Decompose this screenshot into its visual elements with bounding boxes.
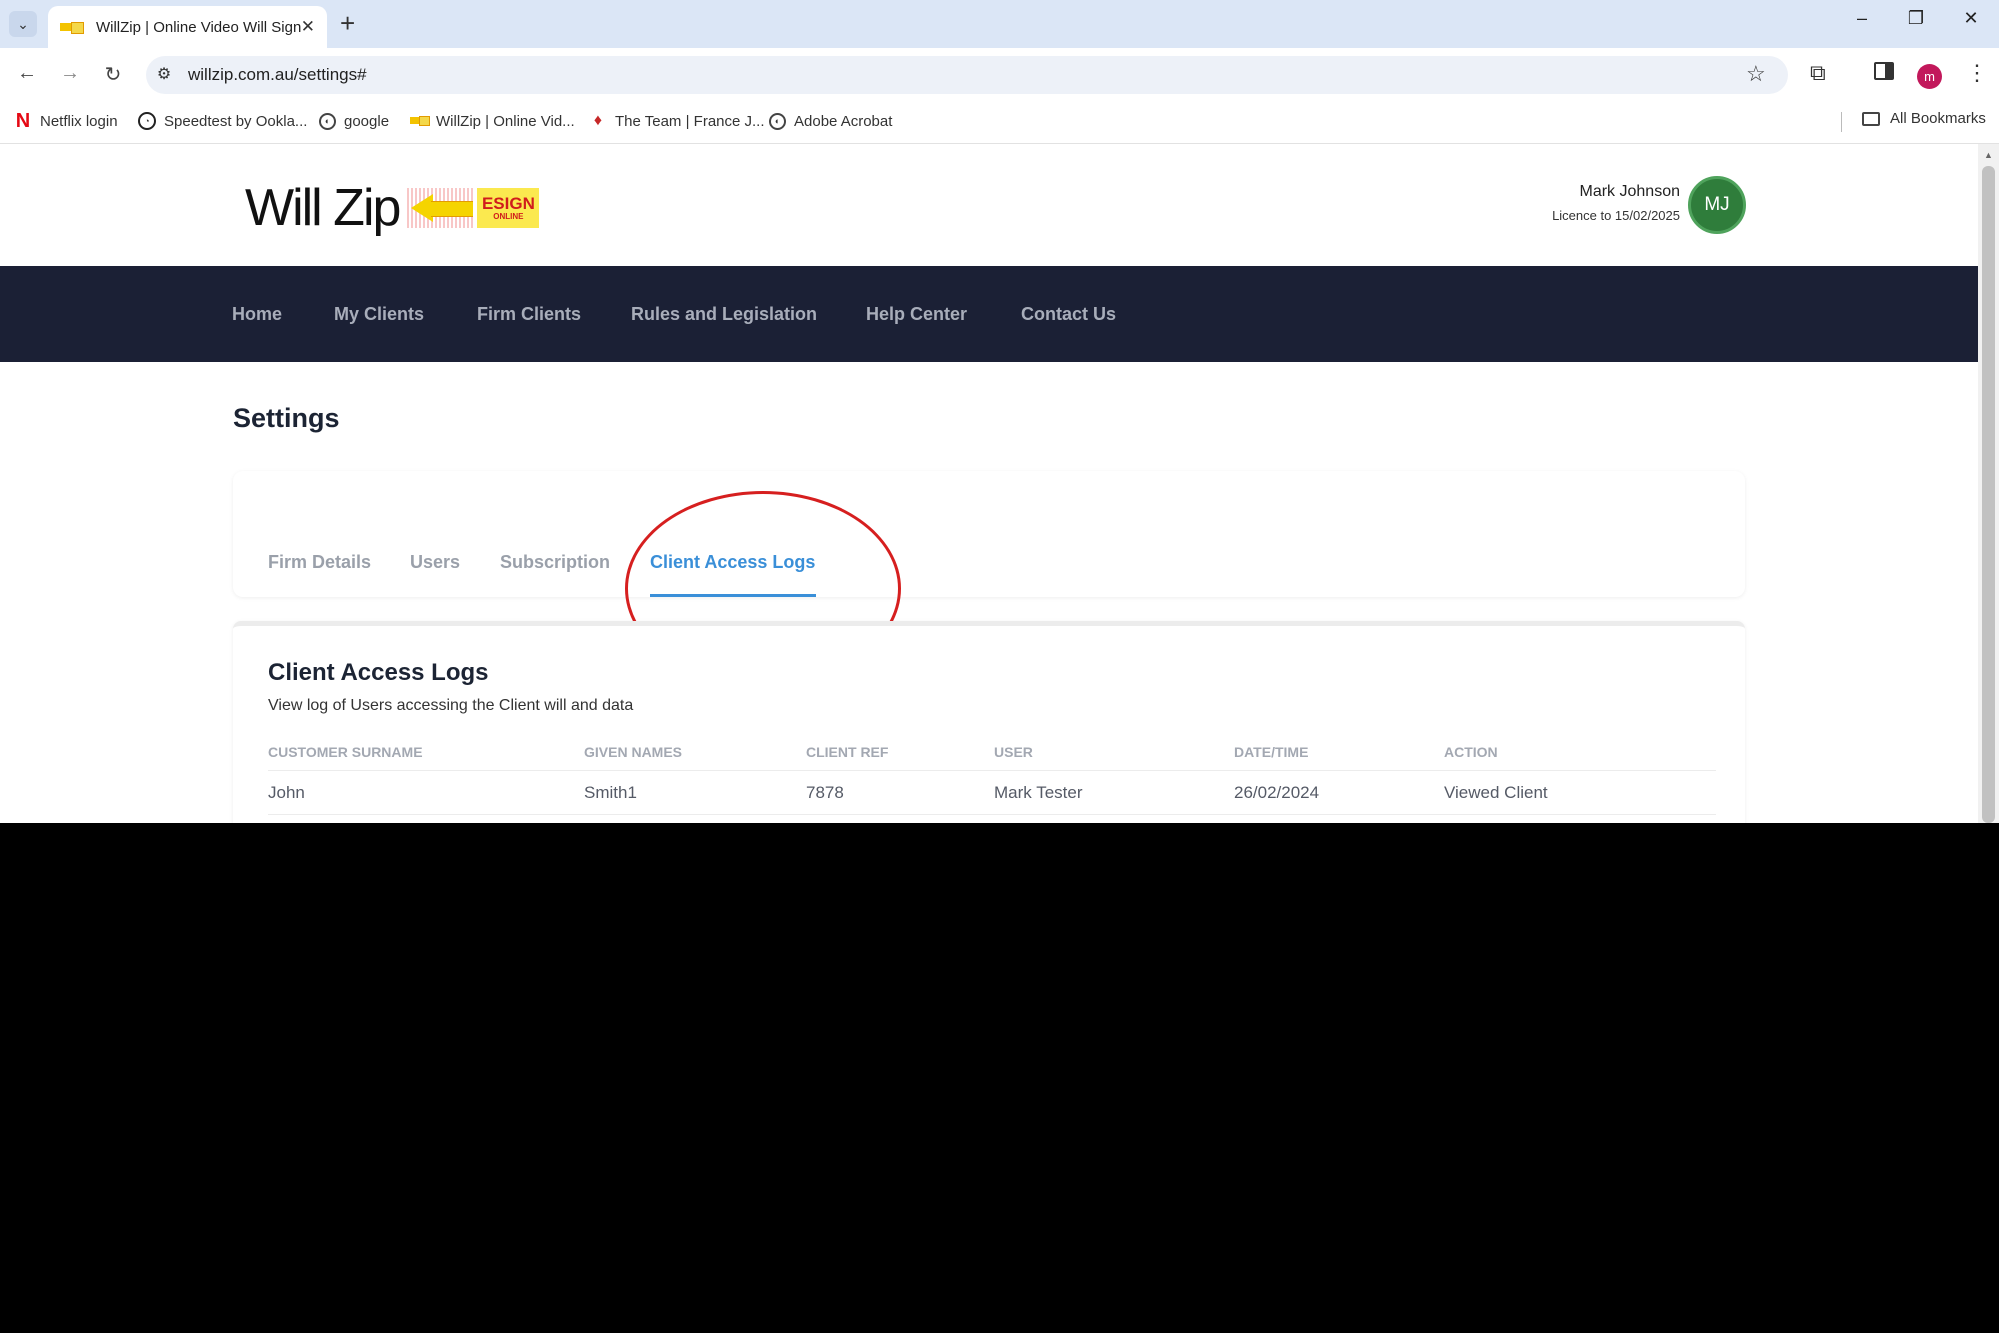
globe-icon: ◐ — [769, 112, 786, 130]
site-info-icon[interactable]: ⚙ — [152, 64, 176, 84]
bookmark-label: Adobe Acrobat — [794, 112, 893, 130]
client-access-logs-card — [233, 621, 1745, 851]
side-panel-icon[interactable] — [1874, 62, 1894, 80]
bookmark-willzip[interactable]: WillZip | Online Vid... — [410, 110, 575, 132]
column-header: CLIENT REF — [806, 744, 889, 760]
nav-contact-us[interactable]: Contact Us — [1021, 304, 1116, 325]
logo-text: Will Zip — [245, 179, 401, 237]
column-header: ACTION — [1444, 744, 1498, 760]
bookmark-label: Netflix login — [40, 112, 118, 130]
browser-tab-active[interactable]: WillZip | Online Video Will Signing ✕ — [48, 6, 327, 48]
all-bookmarks-button[interactable]: All Bookmarks — [1862, 110, 1986, 127]
menu-dots-icon[interactable]: ⋮ — [1966, 60, 1988, 86]
logo-arrow-icon — [407, 188, 476, 228]
user-name: Mark Johnson — [1579, 183, 1681, 200]
nav-help-center[interactable]: Help Center — [866, 304, 967, 325]
column-header: CUSTOMER SURNAME — [268, 744, 423, 760]
settings-tabs-card — [233, 471, 1745, 597]
screen-black-area — [0, 823, 1999, 1333]
nav-my-clients[interactable]: My Clients — [334, 304, 424, 325]
reload-icon[interactable]: ↻ — [98, 62, 128, 87]
table-cell-action: Viewed Client — [1444, 783, 1548, 802]
willzip-favicon-icon — [60, 21, 84, 34]
bookmark-netflix[interactable]: N Netflix login — [14, 110, 118, 132]
bookmark-label: The Team | France J... — [615, 112, 765, 130]
table-cell-date-time: 26/02/2024 — [1234, 783, 1320, 802]
forward-arrow-icon[interactable]: → — [55, 62, 85, 85]
bookmark-label: Speedtest by Ookla... — [164, 112, 308, 130]
column-header: GIVEN NAMES — [584, 744, 683, 760]
tab-subscription[interactable]: Subscription — [500, 552, 610, 573]
tab-users[interactable]: Users — [410, 552, 460, 573]
all-bookmarks-label: All Bookmarks — [1890, 110, 1986, 127]
url-text[interactable]: willzip.com.au/settings# — [188, 65, 367, 85]
table-cell-given-names: Smith1 — [584, 783, 637, 802]
bookmark-google[interactable]: ◐ google — [319, 110, 389, 132]
nav-home[interactable]: Home — [232, 304, 282, 325]
bookmark-label: WillZip | Online Vid... — [436, 112, 575, 130]
willzip-icon — [410, 112, 430, 130]
speedtest-icon: ◔ — [138, 112, 156, 130]
nav-firm-clients[interactable]: Firm Clients — [477, 304, 581, 325]
user-avatar[interactable]: MJ — [1688, 176, 1746, 234]
user-licence: Licence to 15/02/2025 — [1552, 208, 1680, 223]
bookmark-team[interactable]: ♦ The Team | France J... — [589, 110, 765, 132]
logs-title: Client Access Logs — [268, 659, 489, 686]
bookmark-adobe-acrobat[interactable]: ◐ Adobe Acrobat — [769, 110, 892, 132]
main-nav — [0, 266, 1978, 362]
netflix-icon: N — [15, 109, 31, 132]
tab-firm-details[interactable]: Firm Details — [268, 552, 371, 573]
table-cell-client-ref: 7878 — [806, 783, 844, 802]
close-window-icon[interactable]: ✕ — [1956, 8, 1986, 29]
nav-rules-and-legislation[interactable]: Rules and Legislation — [631, 304, 817, 325]
scroll-up-arrow-icon[interactable]: ▲ — [1984, 150, 1993, 160]
profile-avatar[interactable]: m — [1917, 64, 1942, 89]
table-cell-user: Mark Tester — [994, 783, 1083, 802]
globe-icon: ◐ — [319, 112, 336, 130]
bookmarks-divider — [1841, 112, 1842, 132]
tab-search-chevron-icon[interactable]: ⌄ — [9, 11, 37, 37]
page-title: Settings — [233, 403, 340, 433]
back-arrow-icon[interactable]: ← — [12, 62, 42, 85]
table-row-divider — [268, 814, 1716, 815]
table-cell-surname: John — [268, 783, 305, 802]
minimize-icon[interactable]: – — [1847, 8, 1877, 29]
column-header: DATE/TIME — [1234, 744, 1309, 760]
logo-badge-main: ESIGN — [481, 193, 535, 213]
team-icon: ♦ — [593, 112, 603, 129]
new-tab-button[interactable]: + — [340, 9, 355, 37]
logo-esign-badge: ESIGN ONLINE — [477, 188, 540, 228]
browser-tab-title: WillZip | Online Video Will Signing — [95, 18, 301, 36]
table-header-divider — [268, 770, 1716, 771]
willzip-logo[interactable]: Will Zip ESIGN ONLINE — [245, 178, 540, 238]
scrollbar-thumb[interactable] — [1982, 166, 1995, 823]
column-header: USER — [994, 744, 1033, 760]
address-bar[interactable] — [146, 56, 1788, 94]
close-tab-icon[interactable]: ✕ — [301, 17, 315, 37]
logs-description: View log of Users accessing the Client w… — [268, 697, 634, 714]
bookmark-label: google — [344, 112, 390, 130]
extensions-puzzle-icon[interactable]: ⧉ — [1810, 60, 1826, 86]
logo-badge-sub: ONLINE — [493, 211, 524, 221]
bookmark-speedtest[interactable]: ◔ Speedtest by Ookla... — [138, 110, 307, 132]
bookmark-star-icon[interactable]: ☆ — [1746, 61, 1766, 87]
folder-icon — [1862, 111, 1880, 126]
restore-icon[interactable]: ❐ — [1901, 8, 1931, 29]
